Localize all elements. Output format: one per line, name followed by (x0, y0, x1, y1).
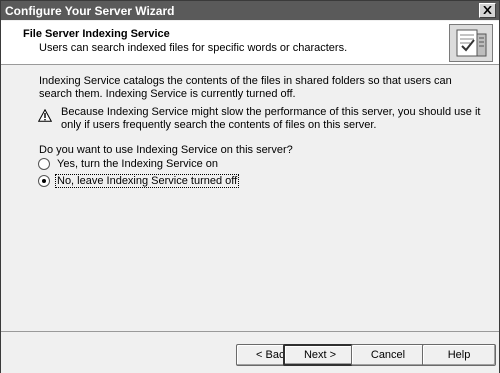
radio-no[interactable]: No, leave Indexing Service turned off (38, 174, 240, 188)
page-subtitle: Users can search indexed files for speci… (39, 42, 348, 54)
next-button[interactable]: Next > (283, 344, 357, 366)
question-label: Do you want to use Indexing Service on t… (39, 144, 293, 156)
cancel-button[interactable]: Cancel (351, 344, 425, 366)
close-icon (483, 6, 492, 14)
help-button[interactable]: Help (422, 344, 496, 366)
warning-icon (38, 109, 52, 122)
window-title: Configure Your Server Wizard (5, 4, 175, 18)
radio-button-no[interactable] (38, 175, 50, 187)
wizard-window: Configure Your Server Wizard File Server… (0, 0, 500, 373)
file-server-icon (449, 24, 493, 62)
wizard-body: Indexing Service catalogs the contents o… (1, 65, 499, 331)
title-bar[interactable]: Configure Your Server Wizard (1, 1, 499, 20)
button-bar: < Back Next > Cancel Help (1, 331, 499, 373)
page-title: File Server Indexing Service (23, 28, 170, 40)
radio-yes-label[interactable]: Yes, turn the Indexing Service on (56, 158, 219, 170)
close-button[interactable] (479, 3, 496, 18)
description-text: Indexing Service catalogs the contents o… (39, 75, 452, 100)
radio-yes[interactable]: Yes, turn the Indexing Service on (38, 157, 219, 171)
wizard-header: File Server Indexing Service Users can s… (1, 21, 499, 65)
radio-no-label[interactable]: No, leave Indexing Service turned off (54, 174, 240, 188)
radio-button-yes[interactable] (38, 158, 50, 170)
warning-text: Because Indexing Service might slow the … (61, 106, 481, 131)
